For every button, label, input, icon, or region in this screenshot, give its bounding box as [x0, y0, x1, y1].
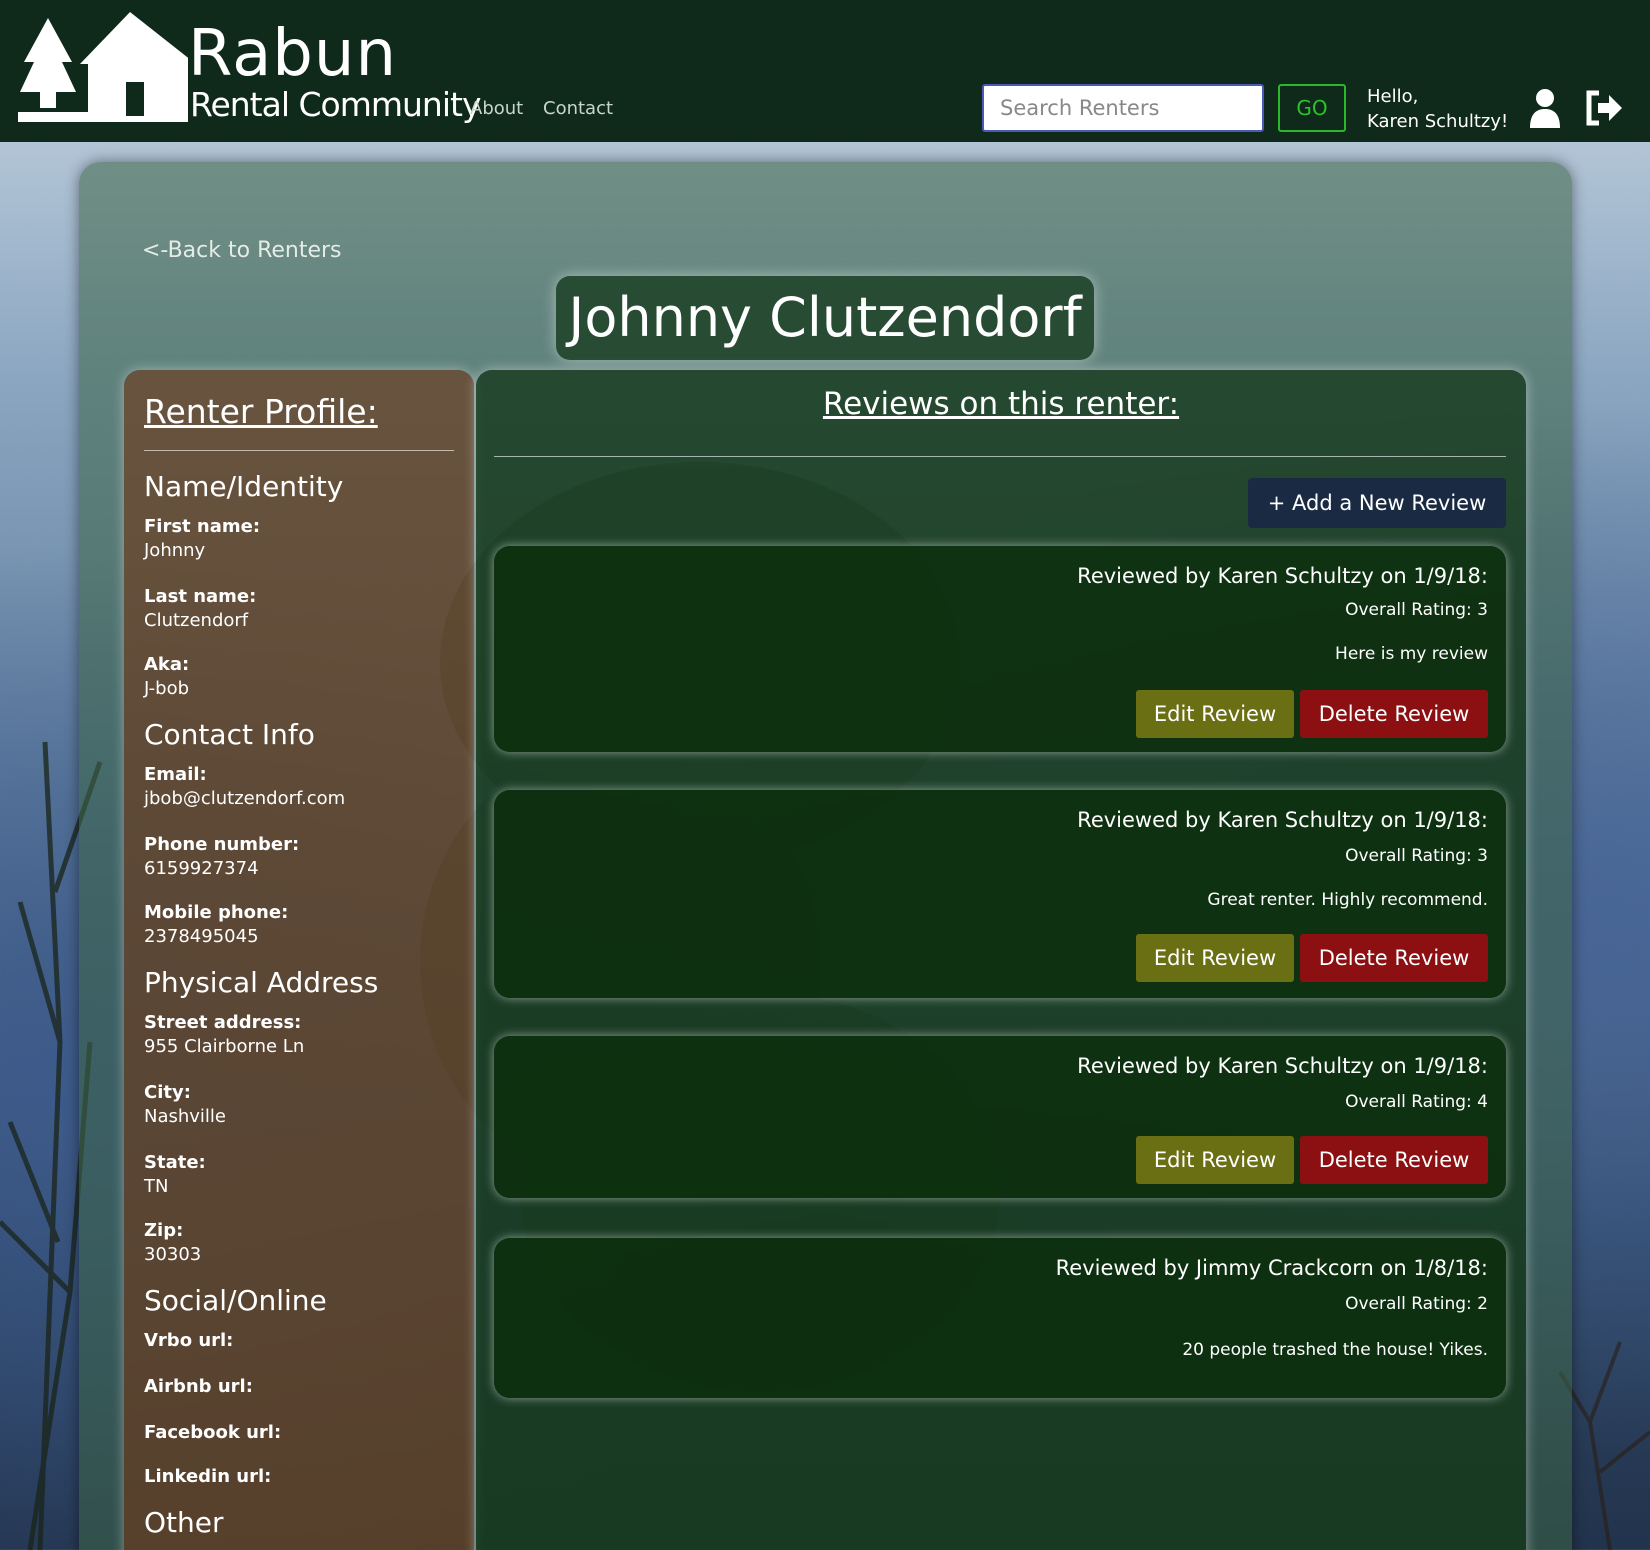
- user-icon[interactable]: [1529, 88, 1561, 128]
- email-label: Email:: [144, 764, 207, 785]
- greeting-line-2: Karen Schultzy!: [1367, 111, 1509, 132]
- add-review-button[interactable]: + Add a New Review: [1248, 478, 1506, 528]
- airbnb-url-label: Airbnb url:: [144, 1376, 253, 1397]
- brand-title: Rabun: [188, 17, 398, 91]
- edit-review-button[interactable]: Edit Review: [1136, 1136, 1294, 1184]
- review-text: Here is my review: [1335, 644, 1488, 664]
- cabin-tree-logo[interactable]: [18, 12, 188, 124]
- back-to-renters-link[interactable]: <-Back to Renters: [142, 238, 342, 263]
- renter-profile-panel: Renter Profile: Name/Identity First name…: [124, 370, 474, 1550]
- street-value: 955 Clairborne Ln: [144, 1036, 305, 1057]
- review-text: Great renter. Highly recommend.: [1207, 890, 1488, 910]
- brand-subtitle: Rental Community: [190, 85, 481, 124]
- email-value: jbob@clutzendorf.com: [144, 788, 346, 809]
- first-name-value: Johnny: [144, 540, 206, 561]
- section-physical-address: Physical Address: [144, 966, 379, 999]
- site-header: Rabun Rental Community About Contact GO …: [0, 0, 1650, 142]
- vrbo-url-label: Vrbo url:: [144, 1330, 234, 1351]
- profile-heading: Renter Profile:: [144, 392, 378, 431]
- delete-review-button[interactable]: Delete Review: [1300, 690, 1488, 738]
- review-author-date: Reviewed by Karen Schultzy on 1/9/18:: [1077, 564, 1488, 588]
- search-renters-input[interactable]: [982, 84, 1264, 132]
- review-card: Reviewed by Karen Schultzy on 1/9/18: Ov…: [494, 1036, 1506, 1198]
- user-greeting: Hello, Karen Schultzy!: [1367, 84, 1508, 134]
- section-other: Other: [144, 1506, 224, 1539]
- section-name-identity: Name/Identity: [144, 470, 344, 503]
- section-contact-info: Contact Info: [144, 718, 315, 751]
- section-social-online: Social/Online: [144, 1284, 327, 1317]
- phone-value: 6159927374: [144, 858, 259, 879]
- state-label: State:: [144, 1152, 206, 1173]
- state-value: TN: [144, 1176, 169, 1197]
- city-value: Nashville: [144, 1106, 227, 1127]
- edit-review-button[interactable]: Edit Review: [1136, 690, 1294, 738]
- review-author-date: Reviewed by Karen Schultzy on 1/9/18:: [1077, 808, 1488, 832]
- phone-label: Phone number:: [144, 834, 300, 855]
- first-name-label: First name:: [144, 516, 261, 537]
- linkedin-url-label: Linkedin url:: [144, 1466, 272, 1487]
- renter-name-title: Johnny Clutzendorf: [556, 276, 1094, 360]
- review-rating: Overall Rating: 2: [1345, 1294, 1488, 1314]
- sign-out-icon[interactable]: [1585, 90, 1623, 126]
- review-text: 20 people trashed the house! Yikes.: [1182, 1340, 1488, 1360]
- review-rating: Overall Rating: 3: [1345, 600, 1488, 620]
- aka-value: J-bob: [144, 678, 190, 699]
- street-label: Street address:: [144, 1012, 302, 1033]
- nav-contact-link[interactable]: Contact: [543, 98, 613, 119]
- greeting-line-1: Hello,: [1367, 86, 1419, 107]
- reviews-heading: Reviews on this renter:: [822, 386, 1180, 422]
- last-name-label: Last name:: [144, 586, 257, 607]
- delete-review-button[interactable]: Delete Review: [1300, 1136, 1488, 1184]
- reviews-panel: Reviews on this renter: + Add a New Revi…: [476, 370, 1526, 1550]
- zip-value: 30303: [144, 1244, 202, 1265]
- review-rating: Overall Rating: 4: [1345, 1092, 1488, 1112]
- nav-about-link[interactable]: About: [470, 98, 523, 119]
- mobile-label: Mobile phone:: [144, 902, 289, 923]
- search-go-button[interactable]: GO: [1278, 84, 1346, 132]
- review-author-date: Reviewed by Karen Schultzy on 1/9/18:: [1077, 1054, 1488, 1078]
- review-rating: Overall Rating: 3: [1345, 846, 1488, 866]
- zip-label: Zip:: [144, 1220, 184, 1241]
- mobile-value: 2378495045: [144, 926, 259, 947]
- review-card: Reviewed by Karen Schultzy on 1/9/18: Ov…: [494, 790, 1506, 998]
- aka-label: Aka:: [144, 654, 190, 675]
- review-author-date: Reviewed by Jimmy Crackcorn on 1/8/18:: [1055, 1256, 1488, 1280]
- profile-divider: [144, 450, 454, 451]
- delete-review-button[interactable]: Delete Review: [1300, 934, 1488, 982]
- city-label: City:: [144, 1082, 191, 1103]
- reviews-divider: [494, 456, 1506, 457]
- review-card: Reviewed by Jimmy Crackcorn on 1/8/18: O…: [494, 1238, 1506, 1398]
- last-name-value: Clutzendorf: [144, 610, 249, 631]
- facebook-url-label: Facebook url:: [144, 1422, 282, 1443]
- review-card: Reviewed by Karen Schultzy on 1/9/18: Ov…: [494, 546, 1506, 752]
- edit-review-button[interactable]: Edit Review: [1136, 934, 1294, 982]
